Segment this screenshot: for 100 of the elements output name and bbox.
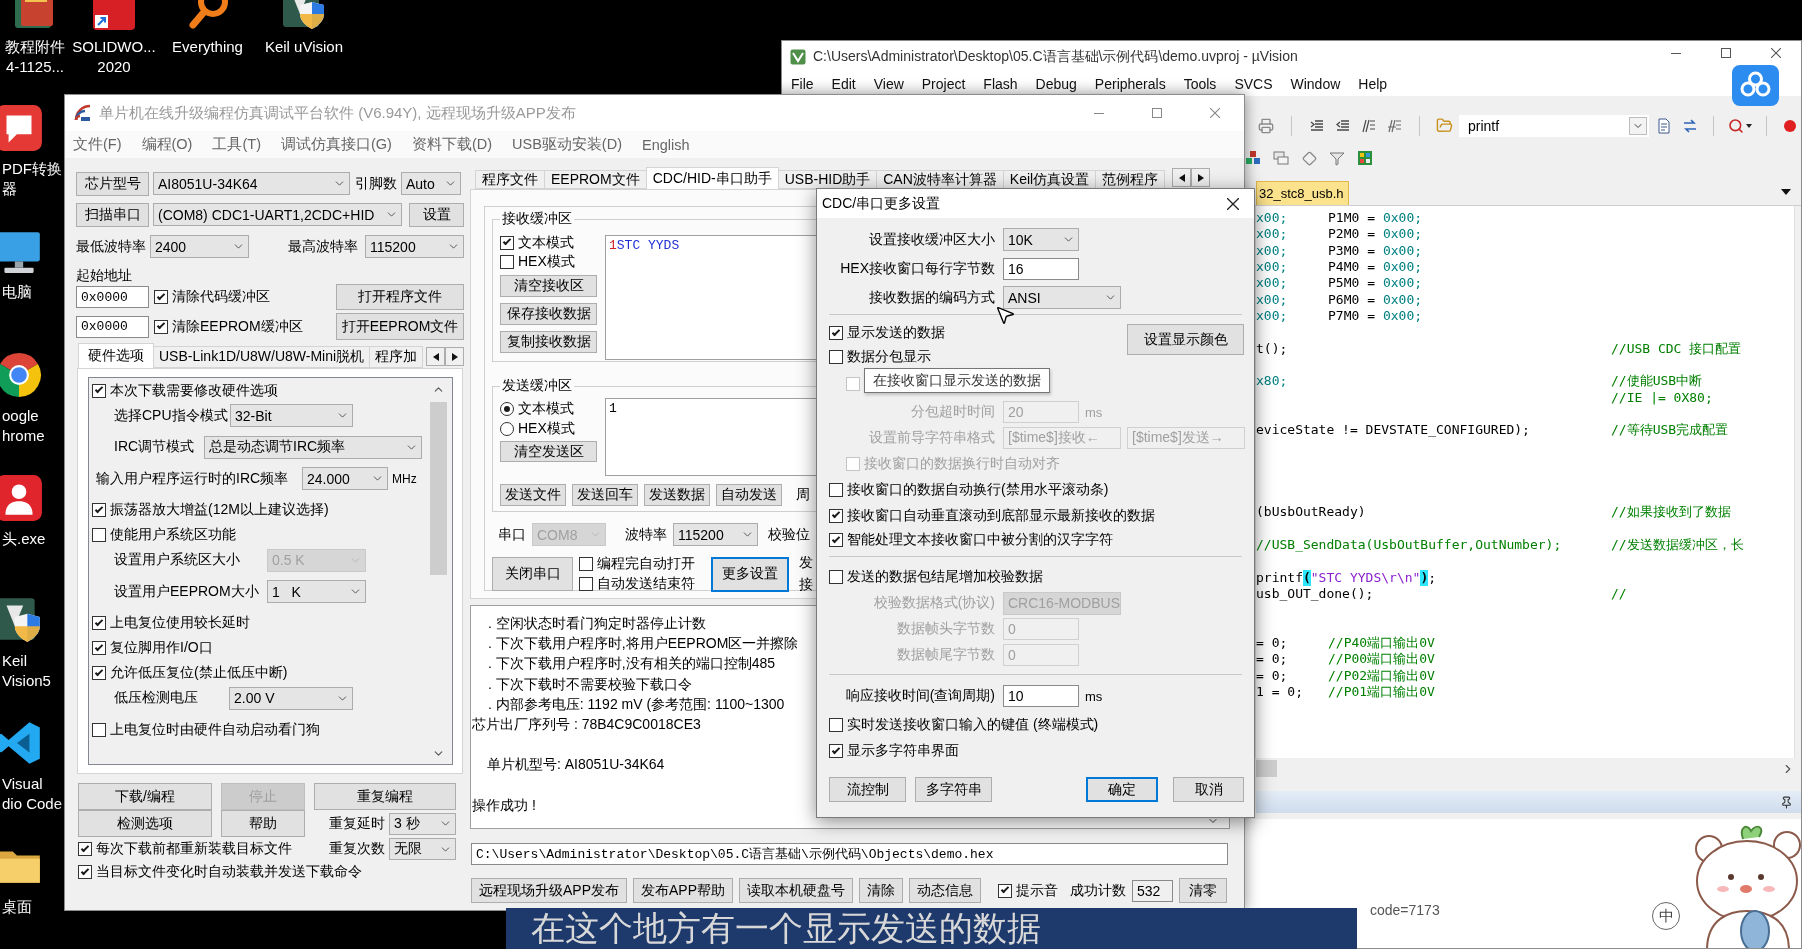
checkbox[interactable] [92,503,106,517]
path-field[interactable]: C:\Users\Administrator\Desktop\05.C语言基础\示例代码\Objects\demo.hex [471,843,1228,865]
input-field[interactable]: 0x0000 [76,315,149,338]
icon-label[interactable]: 教程附件 4-1125... [5,37,65,77]
button[interactable]: 关闭串口 [492,557,573,591]
dropdown[interactable]: Auto [401,172,461,195]
tab[interactable]: 硬件选项 [78,343,154,368]
tab[interactable]: 程序加 [369,346,424,368]
scroll-thumb[interactable] [1256,760,1277,777]
button[interactable]: 发布APP帮助 [633,878,734,903]
button[interactable]: 复制接收数据 [500,331,597,353]
checkbox-label[interactable]: 上电复位时由硬件自动启动看门狗 [110,720,320,739]
checkbox-label[interactable]: 本次下载需要修改硬件选项 [110,381,278,400]
checkbox[interactable] [829,483,843,497]
menu-item[interactable]: Debug [1035,76,1077,92]
search-combo[interactable]: printf [1459,114,1649,137]
menu-item[interactable]: Project [921,76,966,92]
ring-logo-icon[interactable] [0,350,44,400]
dropdown[interactable]: 总是动态调节IRC频率 [204,435,422,459]
checkbox-label[interactable]: 振荡器放大增益(12M以上建议选择) [110,501,329,519]
button[interactable]: 打开程序文件 [336,284,464,310]
checkbox[interactable] [829,326,843,340]
menu-item[interactable]: 资料下载(D) [411,135,493,154]
menu-item[interactable]: File [791,76,814,92]
document-icon[interactable] [0,103,44,153]
scroll-right-button[interactable] [1191,168,1211,187]
checkbox[interactable] [829,508,843,523]
menu-item[interactable]: 文件(F) [73,135,122,154]
radio-button[interactable] [500,402,514,416]
button[interactable]: 读取本机硬盘号 [739,878,854,903]
checkbox[interactable] [78,842,92,856]
checkbox[interactable] [92,616,106,630]
button[interactable]: 清零 [1179,878,1228,903]
checkbox[interactable] [829,350,843,364]
menu-item[interactable]: English [642,136,690,153]
checkbox-label[interactable]: 接收窗口的数据自动换行(禁用水平滚动条) [847,481,1109,499]
checkbox[interactable] [579,577,593,591]
button[interactable]: 发送文件 [500,484,566,506]
radio-button[interactable] [500,422,514,436]
checkbox[interactable] [829,718,843,732]
button[interactable]: 更多设置 [711,556,789,592]
checkbox-label[interactable]: 文本模式 [518,233,574,252]
checkbox-label[interactable]: 使能用户系统区功能 [110,526,236,544]
button[interactable]: 清空接收区 [500,275,597,297]
checkbox-label[interactable]: 接收窗口自动垂直滚动到底部显示最新接收的数据 [847,506,1155,525]
scrollbar[interactable] [1794,206,1801,758]
checkbox[interactable] [78,865,92,879]
tab[interactable]: USB-Link1D/U8W/U8W-Mini脱机 [153,346,371,368]
dropdown[interactable]: AI8051U-34K64 [153,172,350,195]
button[interactable]: 远程现场升级APP发布 [471,878,627,903]
icon-label[interactable]: PDF转换 器 [2,159,62,199]
menu-item[interactable]: Tools [1183,76,1217,92]
input-field[interactable]: 16 [1003,257,1079,280]
button[interactable]: 设置 [409,202,464,227]
tab[interactable]: USB-HID助手 [777,170,878,189]
dropdown[interactable]: 无限 [389,838,456,860]
file-tab[interactable]: 32_stc8_usb.h [1256,181,1349,205]
dropdown[interactable]: 2400 [150,235,249,258]
icon-label[interactable]: Keil uVision [264,37,344,57]
checkbox-label[interactable]: 当目标文件变化时自动装载并发送下载命令 [96,863,362,881]
menu-item[interactable]: Help [1358,76,1388,92]
menu-item[interactable]: 工具(T) [212,135,261,154]
menu-item[interactable]: View [873,76,904,92]
dropdown[interactable]: 24.000 [302,467,388,490]
dropdown[interactable]: (COM8) CDC1-UART1,2CDC+HID [153,203,402,226]
dropdown[interactable]: ANSI [1003,286,1121,309]
menu-item[interactable]: Peripherals [1094,76,1166,92]
menu-item[interactable]: USB驱动安装(D) [512,135,622,154]
menu-item[interactable]: Edit [831,76,856,92]
button[interactable]: 发送回车 [572,484,638,506]
button[interactable]: 确定 [1086,777,1158,802]
menu-item[interactable]: 调试仿真接口(G) [280,135,392,154]
icon-label[interactable]: 电脑 [2,282,32,302]
checkbox-label[interactable]: 显示多字符串界面 [847,742,959,760]
checkbox[interactable] [92,722,106,737]
checkbox[interactable] [579,557,593,571]
icon-label[interactable]: oogle hrome [2,406,45,446]
scrollbar[interactable] [1256,758,1801,779]
icon-label[interactable]: 桌面 [2,897,32,917]
checkbox-label[interactable]: 提示音 [1016,881,1059,900]
scroll-thumb[interactable] [430,402,447,575]
checkbox-label[interactable]: 清除代码缓冲区 [172,288,270,306]
radio-label[interactable]: HEX模式 [518,420,575,438]
icon-label[interactable]: Keil Vision5 [2,651,51,691]
button[interactable]: 重复编程 [314,783,456,810]
button[interactable]: 扫描串口 [76,202,149,227]
button[interactable]: 打开EEPROM文件 [336,313,464,340]
tab[interactable]: CDC/HID-串口助手 [645,167,779,189]
checkbox[interactable] [998,883,1013,898]
checkbox-label[interactable]: 发送的数据包结尾增加校验数据 [847,568,1043,586]
button[interactable]: 自动发送 [716,484,782,506]
button[interactable]: 发送数据 [644,484,710,506]
button[interactable]: 多字符串 [915,777,992,802]
menu-item[interactable]: Flash [983,76,1018,92]
checkbox-label[interactable]: 上电复位使用较长延时 [110,614,250,632]
dropdown[interactable]: 10K [1003,228,1079,251]
checkbox[interactable] [500,235,514,250]
checkbox[interactable] [154,319,168,334]
dropdown[interactable]: 32-Bit [230,404,353,427]
checkbox-label[interactable]: 清除EEPROM缓冲区 [172,317,303,336]
